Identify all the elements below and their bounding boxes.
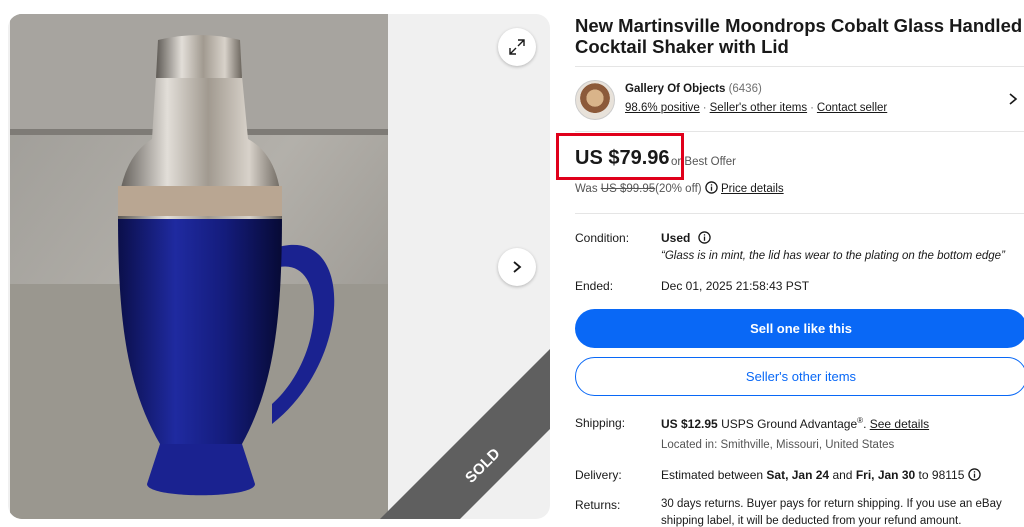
item-location: Located in: Smithville, Missouri, United…: [661, 439, 895, 451]
shipping-details-link[interactable]: See details: [870, 417, 929, 431]
seller-links: 98.6% positive · Seller's other items · Cont…: [625, 102, 887, 114]
price-details-link[interactable]: Price details: [721, 183, 784, 195]
delivery-end: Fri, Jan 30: [855, 468, 916, 482]
divider: [575, 213, 1024, 214]
product-photo[interactable]: [10, 14, 388, 519]
delivery-zip: to 98115: [918, 468, 965, 482]
next-image-button[interactable]: [498, 248, 536, 286]
returns-line-1: 30 days returns. Buyer pays for return s…: [661, 498, 1002, 510]
was-price: US $99.95: [600, 183, 656, 195]
sell-one-like-this-button[interactable]: Sell one like this: [575, 309, 1024, 348]
info-icon[interactable]: [967, 468, 981, 481]
divider: [575, 131, 1024, 132]
condition-value-row: Used: [661, 231, 711, 245]
ended-value: Dec 01, 2025 21:58:43 PST: [661, 279, 810, 293]
sellers-other-items-button[interactable]: Seller's other items: [575, 357, 1024, 396]
seller-feedback-count: (6436): [728, 83, 762, 95]
price-highlight-box: [556, 133, 684, 180]
shipping-label: Shipping:: [575, 416, 626, 430]
seller-name-row: Gallery Of Objects (6436): [625, 83, 762, 95]
chevron-right-icon: [513, 261, 522, 273]
was-price-row: Was US $99.95(20% off) Price details: [575, 181, 784, 195]
delivery-start: Sat, Jan 24: [766, 468, 830, 482]
condition-label: Condition:: [575, 231, 630, 245]
ended-label: Ended:: [575, 279, 614, 293]
separator: ·: [702, 102, 707, 114]
delivery-label: Delivery:: [575, 468, 622, 482]
shipping-row: US $12.95 USPS Ground Advantage®. See de…: [661, 416, 930, 431]
shipping-service: USPS Ground Advantage: [721, 417, 858, 431]
condition-note: “Glass is in mint, the lid has wear to t…: [661, 250, 1005, 262]
was-label: Was: [575, 183, 598, 195]
divider: [575, 66, 1024, 67]
shipping-cost: US $12.95: [661, 417, 718, 431]
delivery-row: Estimated between Sat, Jan 24 and Fri, J…: [661, 468, 981, 482]
discount: (20% off): [655, 183, 702, 195]
seller-other-items-link[interactable]: Seller's other items: [710, 102, 807, 114]
image-gallery: SOLD: [8, 14, 550, 519]
separator: ·: [810, 102, 814, 114]
contact-seller-link[interactable]: Contact seller: [817, 102, 887, 114]
listing-title: New Martinsville Moondrops Cobalt Glass …: [575, 15, 1023, 57]
expand-icon: [509, 39, 525, 55]
info-icon[interactable]: [705, 181, 718, 194]
returns-label: Returns:: [575, 498, 621, 512]
delivery-and: and: [832, 468, 853, 482]
chevron-right-icon[interactable]: [1008, 92, 1018, 106]
seller-avatar[interactable]: [575, 80, 615, 120]
condition-value: Used: [661, 231, 691, 245]
info-icon[interactable]: [697, 231, 711, 244]
returns-line-2: shipping label, it will be deducted from…: [661, 515, 962, 527]
delivery-prefix: Estimated between: [661, 468, 764, 482]
expand-image-button[interactable]: [498, 28, 536, 66]
seller-name[interactable]: Gallery Of Objects: [625, 83, 725, 95]
sold-label: SOLD: [462, 445, 504, 487]
registered-mark: ®: [857, 416, 864, 425]
seller-positive-link[interactable]: 98.6% positive: [625, 102, 700, 114]
